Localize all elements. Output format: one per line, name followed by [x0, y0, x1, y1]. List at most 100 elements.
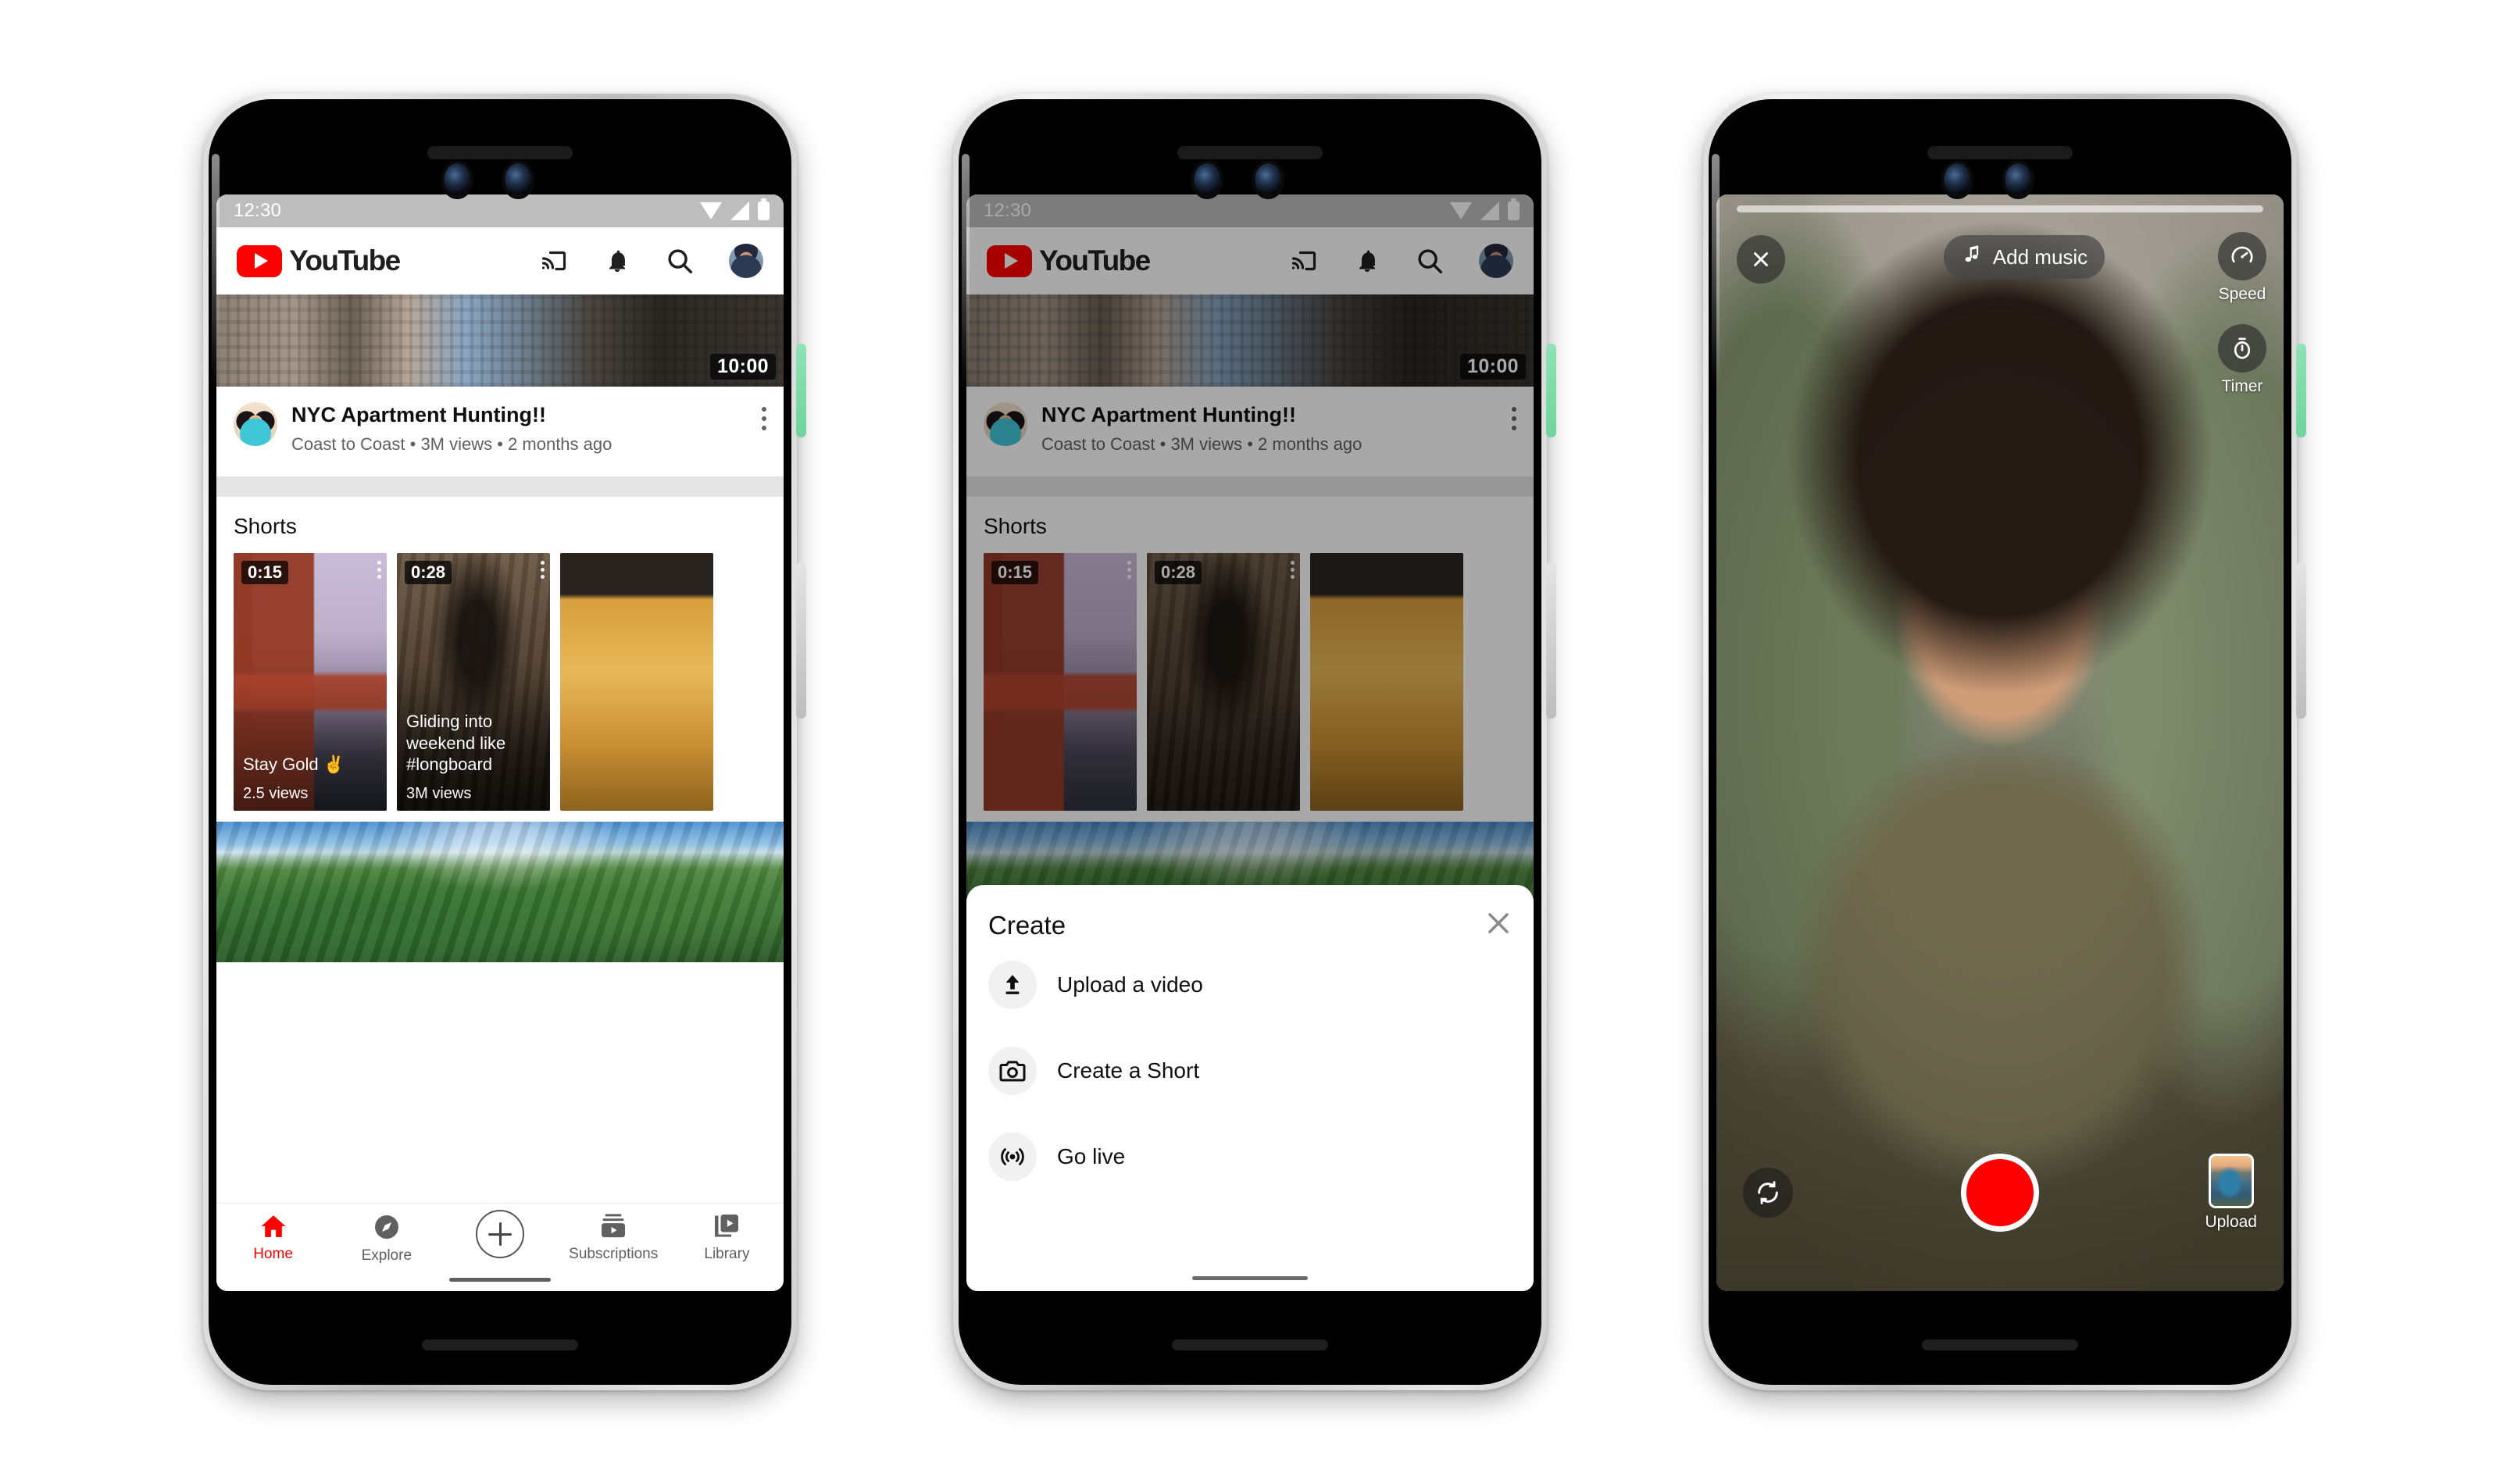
tab-home-label: Home: [253, 1246, 293, 1262]
three-phone-showcase: 12:30 YouTube 10:00 NYC Apartment Huntin…: [0, 0, 2500, 1484]
power-button[interactable]: [2296, 344, 2306, 437]
youtube-logo[interactable]: YouTube: [237, 244, 401, 277]
feed-divider: [216, 476, 784, 497]
search-icon[interactable]: [665, 246, 695, 276]
create-option-go-live[interactable]: Go live: [966, 1114, 1534, 1200]
phone-home-screen: 12:30 YouTube 10:00 NYC Apartment Huntin…: [216, 194, 784, 1291]
short-caption: Gliding into weekend like #longboard 3M …: [397, 711, 550, 811]
short-more-menu-icon[interactable]: [377, 560, 381, 582]
close-icon[interactable]: [1737, 235, 1785, 284]
tab-library-label: Library: [704, 1246, 750, 1262]
front-camera-icon: [444, 163, 471, 196]
home-icon: [261, 1215, 286, 1237]
cast-icon[interactable]: [538, 247, 570, 275]
library-icon: [715, 1215, 739, 1237]
status-icons: [700, 198, 770, 220]
camera-icon: [988, 1047, 1037, 1095]
sheet-drag-handle[interactable]: [1192, 1276, 1308, 1280]
camera-tool-label: Speed: [2218, 285, 2266, 303]
shorts-shelf[interactable]: 0:15 Stay Gold ✌️ 2.5 views 0:28 Gliding…: [216, 552, 784, 811]
front-cameras: [1194, 163, 1282, 196]
short-title: Gliding into weekend like #longboard: [406, 712, 506, 775]
account-avatar[interactable]: [729, 244, 763, 278]
upload-icon: [988, 961, 1037, 1009]
short-duration-badge: 0:15: [241, 560, 289, 584]
channel-avatar[interactable]: [234, 402, 277, 446]
create-option-create-a-short[interactable]: Create a Short: [966, 1028, 1534, 1114]
short-card[interactable]: [560, 552, 713, 811]
youtube-play-icon: [237, 244, 282, 277]
battery-icon: [758, 198, 770, 220]
short-caption: Stay Gold ✌️ 2.5 views: [234, 754, 387, 811]
device-nav-pill: [1922, 1340, 2078, 1350]
front-camera-icon: [1194, 163, 1221, 196]
phone-camera-screen: Add music Speed Timer Upload: [1716, 194, 2284, 1291]
broadcast-icon: [988, 1133, 1037, 1181]
close-icon[interactable]: [1484, 908, 1513, 942]
tab-explore[interactable]: Explore: [330, 1213, 443, 1265]
volume-rocker[interactable]: [2296, 562, 2306, 719]
video-more-menu-icon[interactable]: [762, 402, 766, 435]
plus-create-icon[interactable]: [476, 1210, 524, 1258]
music-note-icon: [1961, 244, 1983, 271]
compass-icon: [374, 1215, 398, 1239]
android-home-indicator[interactable]: [449, 1278, 551, 1282]
create-option-upload-a-video[interactable]: Upload a video: [966, 942, 1534, 1028]
tab-explore-label: Explore: [361, 1247, 412, 1264]
front-camera-secondary-icon: [505, 163, 532, 196]
short-card[interactable]: 0:15 Stay Gold ✌️ 2.5 views: [234, 552, 387, 811]
short-thumbnail: [560, 552, 713, 811]
front-cameras: [1944, 163, 2032, 196]
home-feed: 10:00 NYC Apartment Hunting!! Coast to C…: [216, 294, 784, 962]
video-title: NYC Apartment Hunting!!: [291, 403, 546, 426]
create-bottom-sheet: Create Upload a video Create a Short Go …: [966, 885, 1534, 1291]
device-nav-pill: [422, 1340, 578, 1350]
upload-label: Upload: [2205, 1213, 2257, 1231]
camera-preview-image: [1716, 194, 2284, 1291]
add-music-label: Add music: [1992, 244, 2088, 269]
short-more-menu-icon[interactable]: [541, 560, 545, 582]
volume-rocker[interactable]: [1546, 562, 1556, 719]
video-meta-row[interactable]: NYC Apartment Hunting!! Coast to Coast •…: [216, 387, 784, 455]
tab-home[interactable]: Home: [216, 1213, 330, 1263]
video-thumbnail[interactable]: 10:00: [216, 294, 784, 387]
camera-tool-timer[interactable]: Timer: [2218, 324, 2266, 396]
volume-rocker[interactable]: [796, 562, 806, 719]
video-meta-text: NYC Apartment Hunting!! Coast to Coast •…: [291, 402, 748, 455]
front-cameras: [444, 163, 532, 196]
tab-create[interactable]: [443, 1210, 556, 1258]
add-music-button[interactable]: Add music: [1943, 235, 2105, 279]
short-duration-badge: 0:28: [405, 560, 452, 584]
bottom-tab-bar: Home Explore Subscriptions Library: [216, 1204, 784, 1291]
tab-subscriptions-label: Subscriptions: [569, 1246, 659, 1262]
upload-button[interactable]: Upload: [2205, 1154, 2257, 1232]
short-card[interactable]: 0:28 Gliding into weekend like #longboar…: [397, 552, 550, 811]
power-button[interactable]: [796, 344, 806, 437]
tab-subscriptions[interactable]: Subscriptions: [557, 1213, 670, 1263]
create-sheet-title: Create: [988, 910, 1066, 940]
camera-tool-speed[interactable]: Speed: [2218, 232, 2266, 304]
app-bar-actions: [538, 244, 766, 278]
create-sheet-header: Create: [966, 908, 1534, 942]
power-button[interactable]: [1546, 344, 1556, 437]
video-duration-badge: 10:00: [710, 354, 776, 380]
gallery-thumbnail: [2208, 1154, 2254, 1208]
camera-tool-rail: Speed Timer: [2218, 232, 2266, 396]
earpiece-speaker: [1177, 146, 1323, 159]
phone-create-sheet: 12:30 YouTube 10:00 NYC Apartment Huntin…: [953, 94, 1556, 1390]
flip-camera-icon[interactable]: [1743, 1168, 1793, 1218]
video-subtitle: Coast to Coast • 3M views • 2 months ago: [291, 433, 612, 454]
tab-library[interactable]: Library: [670, 1213, 784, 1263]
camera-viewfinder[interactable]: Add music Speed Timer Upload: [1716, 194, 2284, 1291]
next-video-thumbnail[interactable]: [216, 821, 784, 962]
youtube-wordmark: YouTube: [289, 244, 401, 276]
phone-shorts-camera: Add music Speed Timer Upload: [1703, 94, 2306, 1390]
create-option-label: Create a Short: [1057, 1058, 1200, 1083]
earpiece-speaker: [427, 146, 573, 159]
earpiece-speaker: [1927, 146, 2073, 159]
notifications-bell-icon[interactable]: [604, 246, 630, 276]
record-button[interactable]: [1961, 1154, 2039, 1232]
speedometer-icon: [2218, 232, 2266, 280]
status-time: 12:30: [234, 200, 282, 221]
youtube-app-bar: YouTube: [216, 227, 784, 294]
